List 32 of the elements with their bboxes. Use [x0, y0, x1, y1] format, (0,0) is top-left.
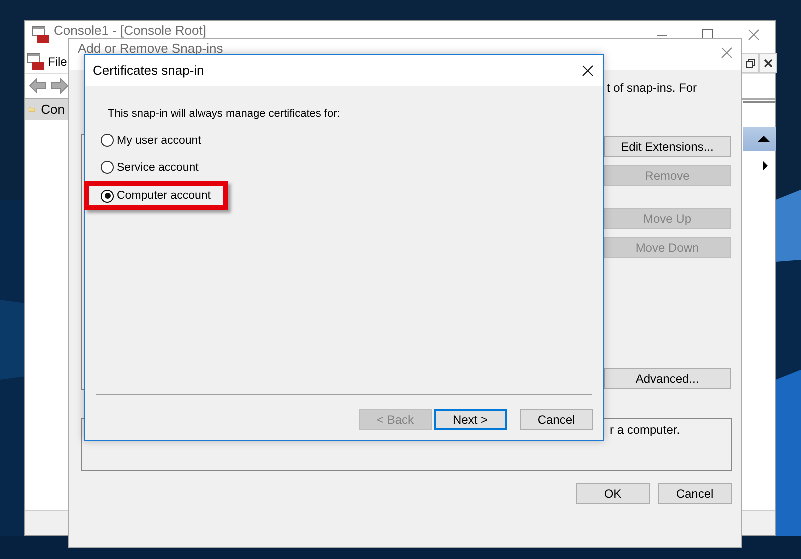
radio-button[interactable]: [101, 190, 114, 202]
tree-label: Con: [41, 102, 65, 117]
toolbox-icon: [32, 26, 50, 44]
back-arrow-icon[interactable]: [29, 78, 47, 94]
dialog-button[interactable]: Edit Extensions...: [604, 136, 731, 157]
dialog-title: Certificates snap-in: [93, 63, 204, 78]
prompt-text: This snap-in will always manage certificates for:: [108, 108, 342, 120]
restore-icon: [746, 58, 754, 68]
tree-item[interactable]: Con: [25, 99, 69, 120]
radio-button[interactable]: [101, 161, 114, 174]
close-button[interactable]: [759, 53, 777, 73]
option-label[interactable]: My user account: [117, 134, 202, 146]
play-icon[interactable]: [763, 161, 768, 171]
close-icon[interactable]: [582, 64, 594, 76]
intro-text: t of snap-ins. For: [607, 81, 698, 95]
window-title: Console1 - [Console Root]: [54, 23, 206, 38]
wizard-button[interactable]: Cancel: [520, 409, 593, 430]
toolbox-icon: [27, 53, 45, 71]
scroll-up-icon[interactable]: [758, 136, 770, 142]
option-label[interactable]: Service account: [117, 162, 199, 174]
forward-arrow-icon[interactable]: [51, 78, 69, 94]
dialog-title: Add or Remove Snap-ins: [78, 41, 224, 56]
close-icon: [764, 58, 772, 68]
dialog-button[interactable]: Cancel: [658, 483, 732, 504]
option-label[interactable]: Computer account: [117, 190, 211, 202]
dialog-button[interactable]: Advanced...: [604, 368, 731, 389]
radio-button[interactable]: [101, 134, 114, 147]
menu-item[interactable]: File: [48, 55, 68, 69]
wizard-button[interactable]: Next >: [434, 409, 507, 430]
description-text: r a computer.: [610, 423, 680, 437]
restore-button[interactable]: [741, 53, 759, 73]
dialog-button[interactable]: OK: [576, 483, 650, 504]
